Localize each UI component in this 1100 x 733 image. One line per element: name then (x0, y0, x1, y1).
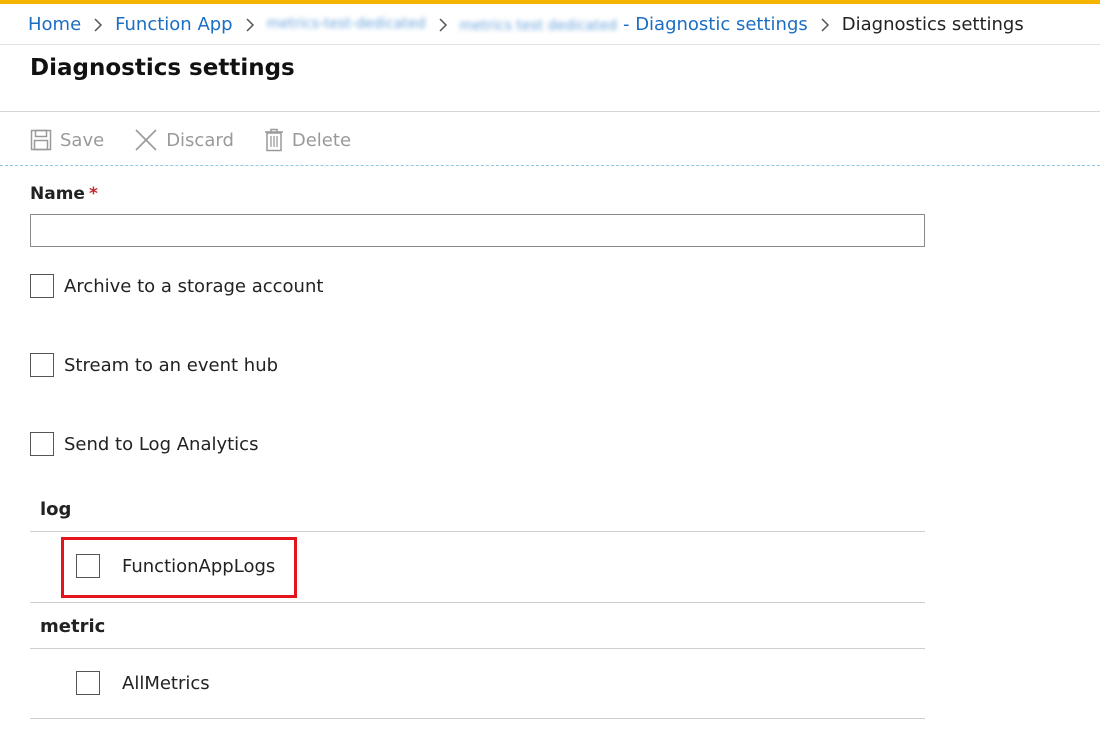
name-label: Name * (30, 184, 98, 204)
metric-header-divider (30, 648, 925, 649)
save-label: Save (60, 129, 105, 151)
save-button[interactable]: Save (30, 129, 104, 151)
log-analytics-option[interactable]: Send to Log Analytics (30, 432, 258, 456)
breadcrumb-function-app[interactable]: Function App (115, 14, 232, 35)
toolbar: Save Discard Delete (30, 124, 381, 156)
page-title: Diagnostics settings (30, 55, 295, 81)
all-metrics-checkbox[interactable] (76, 671, 100, 695)
log-analytics-label: Send to Log Analytics (64, 433, 259, 455)
archive-storage-label: Archive to a storage account (64, 275, 324, 297)
discard-button[interactable]: Discard (134, 128, 234, 152)
breadcrumb-resource-suffix: - Diagnostic settings (617, 13, 808, 35)
chevron-right-icon (81, 14, 115, 35)
stream-event-hub-checkbox[interactable] (30, 353, 54, 377)
archive-storage-checkbox[interactable] (30, 274, 54, 298)
breadcrumb-divider (0, 44, 1100, 45)
log-section-divider (30, 602, 925, 603)
log-section-header: log (40, 499, 72, 520)
archive-storage-option[interactable]: Archive to a storage account (30, 274, 323, 298)
log-analytics-checkbox[interactable] (30, 432, 54, 456)
name-input[interactable] (30, 214, 925, 247)
discard-label: Discard (166, 129, 234, 151)
metric-section-header: metric (40, 616, 106, 637)
chevron-right-icon (808, 14, 842, 35)
category-row-all-metrics[interactable]: AllMetrics (76, 671, 210, 695)
toolbar-divider (0, 165, 1100, 166)
metric-section-divider (30, 718, 925, 719)
delete-button[interactable]: Delete (264, 128, 351, 152)
title-divider (0, 111, 1100, 112)
stream-event-hub-option[interactable]: Stream to an event hub (30, 353, 278, 377)
highlight-annotation (61, 537, 297, 598)
name-label-text: Name (30, 184, 85, 204)
all-metrics-label: AllMetrics (122, 672, 210, 694)
trash-icon (264, 128, 284, 152)
close-icon (134, 128, 158, 152)
breadcrumb-resource-name: metrics test dedicated (459, 17, 618, 34)
required-marker: * (88, 184, 98, 204)
delete-label: Delete (291, 129, 352, 151)
save-icon (30, 129, 52, 151)
log-header-divider (30, 531, 925, 532)
breadcrumb: Home Function App metrics-test-dedicated… (28, 10, 1024, 38)
breadcrumb-current: Diagnostics settings (841, 13, 1024, 35)
breadcrumb-home[interactable]: Home (28, 14, 81, 35)
breadcrumb-resource-group[interactable]: metrics-test-dedicated (267, 16, 426, 32)
stream-event-hub-label: Stream to an event hub (64, 354, 279, 376)
breadcrumb-resource[interactable]: metrics test dedicated - Diagnostic sett… (460, 14, 808, 35)
top-accent-bar (0, 0, 1100, 4)
chevron-right-icon (426, 14, 460, 35)
chevron-right-icon (233, 14, 267, 35)
